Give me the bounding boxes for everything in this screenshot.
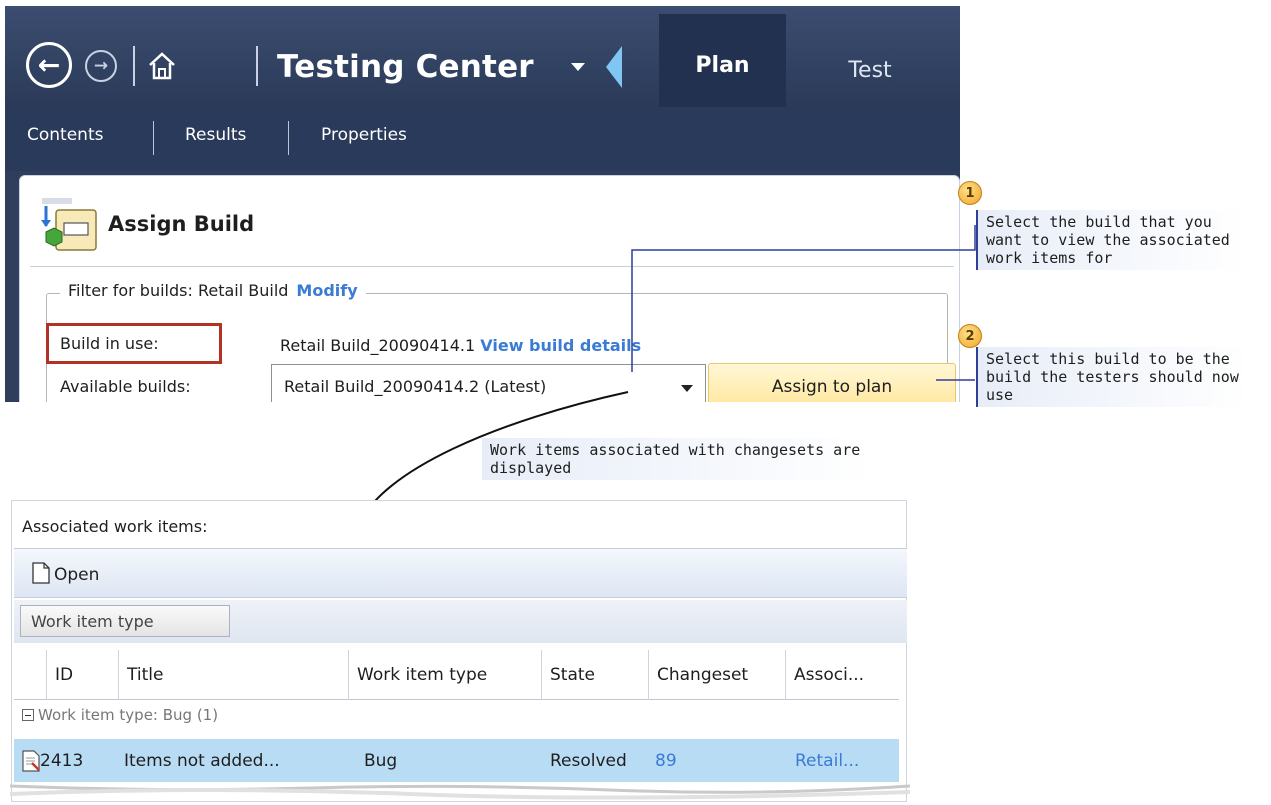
- cell-changeset-link[interactable]: 89: [655, 751, 677, 771]
- associated-work-items-label: Associated work items:: [22, 517, 208, 536]
- group-row[interactable]: Work item type: Bug (1): [22, 706, 218, 724]
- bug-work-item-icon: [22, 750, 40, 772]
- callout-text: Select the build that you want to view t…: [976, 210, 1244, 270]
- grid-header: ID Title Work item type State Changeset …: [14, 650, 899, 700]
- cell-type: Bug: [364, 751, 398, 771]
- torn-edge: [10, 784, 910, 800]
- open-button[interactable]: Open: [54, 565, 99, 585]
- table-row[interactable]: 2413 Items not added... Bug Resolved 89 …: [14, 739, 899, 782]
- group-by-chip[interactable]: Work item type: [20, 605, 230, 637]
- callout-text: Select this build to be the build the te…: [976, 347, 1248, 407]
- group-row-label: Work item type: Bug (1): [38, 706, 219, 724]
- column-header-title[interactable]: Title: [118, 650, 348, 700]
- group-by-bar: Work item type: [14, 600, 907, 643]
- column-header-id[interactable]: ID: [46, 650, 118, 700]
- open-document-icon: [32, 562, 50, 584]
- cell-associated-link[interactable]: Retail...: [795, 751, 859, 771]
- column-header-changeset[interactable]: Changeset: [648, 650, 785, 700]
- cell-title: Items not added...: [124, 751, 280, 771]
- callout-text: Work items associated with changesets ar…: [482, 438, 874, 480]
- work-items-toolbar: Open: [14, 548, 907, 598]
- callout-number: 2: [958, 324, 982, 348]
- column-header-associated[interactable]: Associ...: [785, 650, 897, 700]
- callout-number: 1: [958, 181, 982, 205]
- collapse-toggle-icon[interactable]: [22, 709, 34, 721]
- column-header-type[interactable]: Work item type: [348, 650, 541, 700]
- cell-state: Resolved: [550, 751, 627, 771]
- column-header-state[interactable]: State: [541, 650, 648, 700]
- cell-id: 2413: [40, 751, 84, 771]
